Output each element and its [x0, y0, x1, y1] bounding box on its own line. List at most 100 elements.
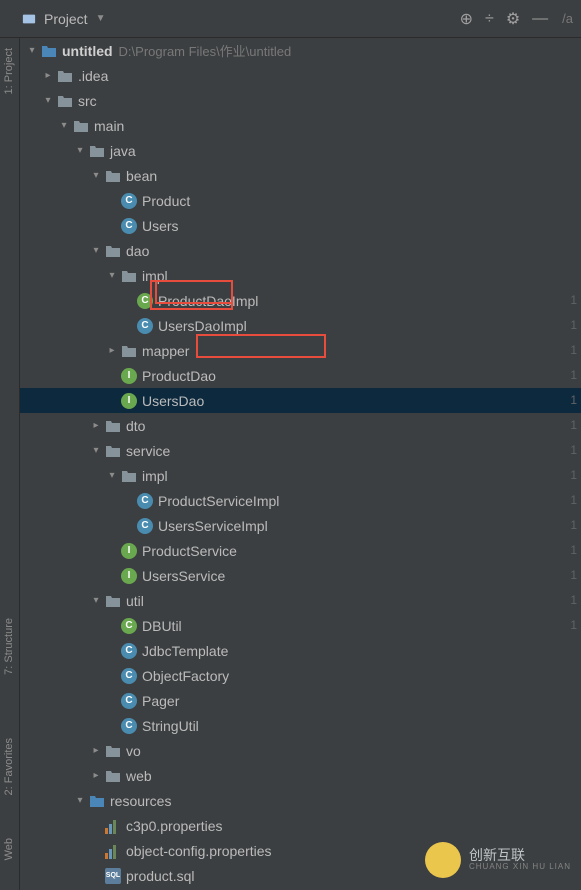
tree-item[interactable]: CUsers [20, 213, 581, 238]
line-number: 1 [561, 588, 577, 613]
chevron-right-icon[interactable]: ▸ [88, 743, 104, 759]
line-number: 1 [561, 438, 577, 463]
folder-icon [88, 792, 106, 810]
chevron-right-icon[interactable]: ▸ [88, 768, 104, 784]
chevron-down-icon[interactable]: ▾ [24, 43, 40, 59]
class-icon: C [120, 217, 138, 235]
tree-item[interactable]: CStringUtil [20, 713, 581, 738]
chevron-down-icon[interactable]: ▾ [104, 268, 120, 284]
tree-item[interactable]: ▾ dao [20, 238, 581, 263]
folder-icon [120, 467, 138, 485]
tree-item-label: ProductDao [142, 368, 216, 384]
chevron-right-icon[interactable]: ▸ [104, 343, 120, 359]
tree-item[interactable]: CProduct [20, 188, 581, 213]
chevron-down-icon[interactable]: ▾ [104, 468, 120, 484]
class-icon: C [136, 317, 154, 335]
tree-item-label: c3p0.properties [126, 818, 223, 834]
tree-item[interactable]: ▾bean [20, 163, 581, 188]
tree-item-label: java [110, 143, 136, 159]
watermark-text: 创新互联 [469, 848, 571, 863]
tree-item-label: JdbcTemplate [142, 643, 228, 659]
tree-item[interactable]: ▸ vo [20, 738, 581, 763]
line-number: 1 [561, 463, 577, 488]
tree-item[interactable]: ▸ mapper [20, 338, 581, 363]
collapse-icon[interactable]: ÷ [485, 10, 494, 28]
tree-item[interactable]: ▾ java [20, 138, 581, 163]
tree-item[interactable]: CObjectFactory [20, 663, 581, 688]
line-number: 1 [561, 413, 577, 438]
tree-item[interactable]: CProductDaoImpl [20, 288, 581, 313]
class-icon: C [136, 492, 154, 510]
hide-icon[interactable]: — [532, 10, 548, 28]
tree-item-label: impl [142, 468, 168, 484]
tree-item[interactable]: ▾ src [20, 88, 581, 113]
watermark: 创新互联 CHUANG XIN HU LIAN [425, 842, 571, 878]
watermark-logo-icon [425, 842, 461, 878]
chevron-down-icon[interactable]: ▾ [72, 793, 88, 809]
tree-item[interactable]: ▸dto [20, 413, 581, 438]
interface-icon: I [120, 367, 138, 385]
tree-item-label: mapper [142, 343, 189, 359]
line-number: 1 [561, 288, 577, 313]
side-tab-project[interactable]: 1: Project [3, 48, 15, 94]
chevron-down-icon[interactable]: ▾ [40, 93, 56, 109]
tree-item[interactable]: c3p0.properties [20, 813, 581, 838]
chevron-down-icon[interactable]: ▼ [96, 13, 106, 24]
tree-item-label: src [78, 93, 97, 109]
chevron-down-icon[interactable]: ▾ [88, 243, 104, 259]
tree-item[interactable]: CUsersServiceImpl [20, 513, 581, 538]
tree-item[interactable]: ▾untitledD:\Program Files\作业\untitled [20, 38, 581, 63]
class-icon: C [120, 692, 138, 710]
chevron-right-icon[interactable]: ▸ [88, 418, 104, 434]
folder-icon [104, 442, 122, 460]
tree-item[interactable]: ▾resources [20, 788, 581, 813]
tree-item[interactable]: ▾ impl [20, 463, 581, 488]
folder-icon [56, 92, 74, 110]
chevron-down-icon[interactable]: ▾ [56, 118, 72, 134]
folder-icon [72, 117, 90, 135]
tree-item[interactable]: ▸.idea [20, 63, 581, 88]
folder-icon [56, 67, 74, 85]
tree-item[interactable]: CJdbcTemplate [20, 638, 581, 663]
chevron-down-icon[interactable]: ▾ [88, 593, 104, 609]
project-tree[interactable]: ▾untitledD:\Program Files\作业\untitled▸.i… [20, 38, 581, 890]
tree-item-label: ProductServiceImpl [158, 493, 279, 509]
target-icon[interactable]: ⊕ [460, 9, 473, 29]
chevron-down-icon[interactable]: ▾ [88, 443, 104, 459]
tree-item[interactable]: IUsersDao [20, 388, 581, 413]
tree-item[interactable]: ▸ web [20, 763, 581, 788]
chevron-down-icon[interactable]: ▾ [88, 168, 104, 184]
gear-icon[interactable]: ⚙ [506, 9, 520, 29]
folder-icon [40, 42, 58, 60]
folder-icon [104, 417, 122, 435]
tree-item[interactable]: IUsersService [20, 563, 581, 588]
tree-item[interactable]: CPager [20, 688, 581, 713]
folder-icon [120, 267, 138, 285]
side-tab-favorites[interactable]: 2: Favorites [3, 738, 15, 795]
class-icon: C [136, 292, 154, 310]
tree-item[interactable]: ▾ main [20, 113, 581, 138]
tree-item-label: UsersDao [142, 393, 204, 409]
chevron-right-icon[interactable]: ▸ [40, 68, 56, 84]
tree-item[interactable]: ▾util [20, 588, 581, 613]
tree-item-label: main [94, 118, 124, 134]
tree-item[interactable]: IProductDao [20, 363, 581, 388]
tree-item[interactable]: ▾impl [20, 263, 581, 288]
tree-item-label: untitled [62, 43, 113, 59]
chevron-down-icon[interactable]: ▾ [72, 143, 88, 159]
tree-item-label: vo [126, 743, 141, 759]
sql-icon: SQL [104, 867, 122, 885]
line-numbers: 11111111111111 [561, 288, 581, 638]
tree-item[interactable]: CUsersDaoImpl [20, 313, 581, 338]
tree-item[interactable]: IProductService [20, 538, 581, 563]
side-tab-structure[interactable]: 7: Structure [3, 618, 15, 675]
line-number: 1 [561, 488, 577, 513]
tree-item-label: web [126, 768, 152, 784]
side-tab-web[interactable]: Web [3, 838, 15, 860]
tree-item[interactable]: CProductServiceImpl [20, 488, 581, 513]
class-icon: C [120, 192, 138, 210]
tree-item-label: dao [126, 243, 149, 259]
project-title[interactable]: Project [44, 11, 88, 27]
tree-item[interactable]: CDBUtil [20, 613, 581, 638]
tree-item[interactable]: ▾service [20, 438, 581, 463]
